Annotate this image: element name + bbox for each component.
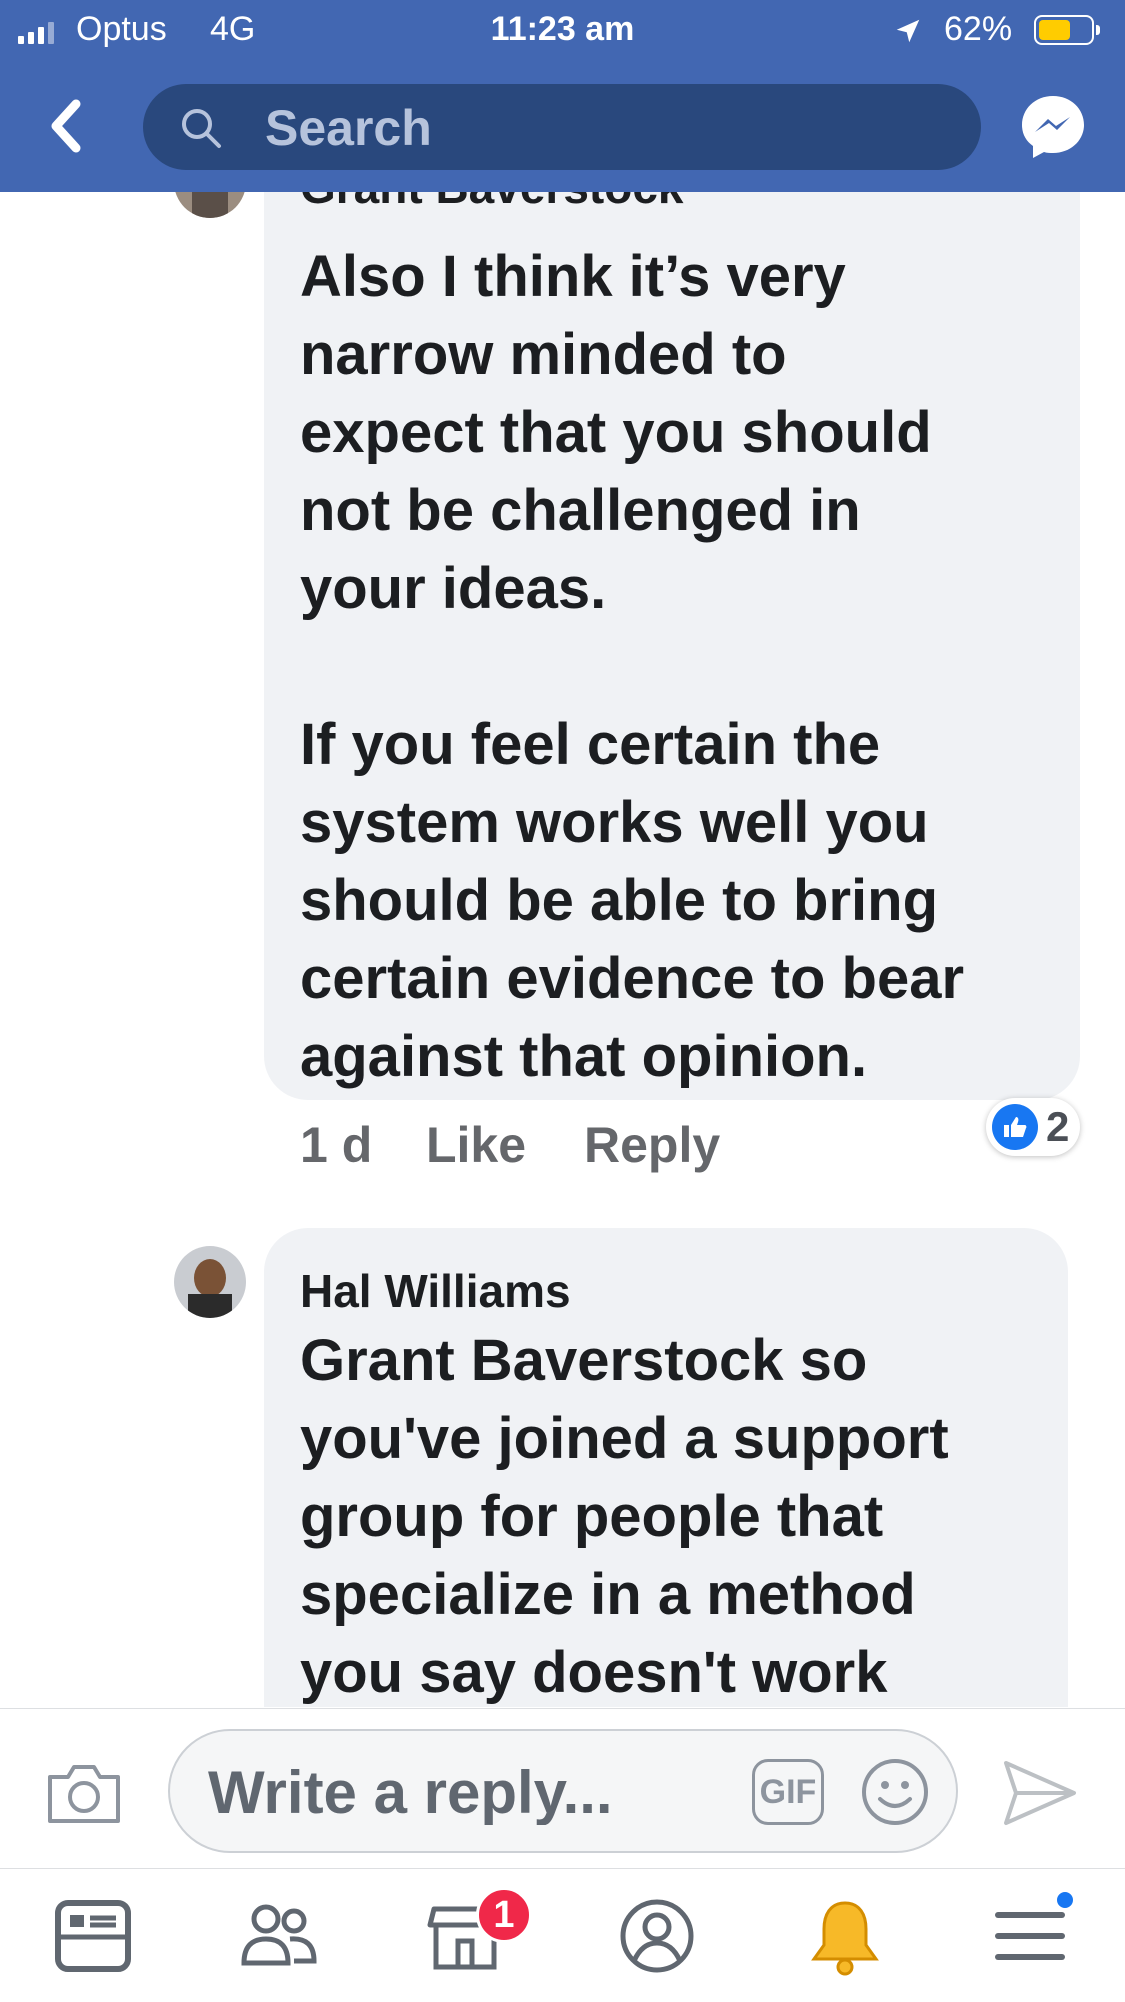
search-bar[interactable] (143, 84, 981, 170)
battery-percent: 62% (944, 10, 1013, 48)
comment-thread: Grant Baverstock Also I think it’s very … (0, 192, 1125, 1707)
reply-input[interactable] (206, 1759, 740, 1825)
marketplace-badge: 1 (476, 1887, 532, 1943)
send-icon[interactable] (1000, 1755, 1080, 1831)
comment-text: Grant Baverstock so you've joined a supp… (300, 1322, 949, 1707)
location-arrow-icon (896, 19, 920, 43)
camera-icon[interactable] (44, 1759, 124, 1827)
mention-link[interactable]: Grant Baverstock (300, 1328, 784, 1393)
status-bar: Optus 4G 11:23 am 62% (0, 0, 1125, 64)
comment-author[interactable]: Hal Williams (300, 1264, 571, 1318)
bottom-navigation: 1 (0, 1868, 1125, 2002)
comment-actions: 1 d Like Reply (300, 1116, 900, 1176)
menu-notification-dot (1054, 1889, 1076, 1911)
emoji-icon[interactable] (860, 1757, 930, 1827)
comment-bubble: Grant Baverstock Also I think it’s very … (264, 192, 1080, 1100)
comment-author[interactable]: Grant Baverstock (300, 192, 684, 214)
profile-icon[interactable] (612, 1891, 702, 1981)
reply-link[interactable]: Reply (584, 1116, 720, 1174)
thumbs-up-icon (992, 1104, 1038, 1150)
reaction-count: 2 (1046, 1103, 1070, 1150)
avatar[interactable] (174, 1246, 246, 1318)
like-link[interactable]: Like (426, 1116, 526, 1174)
reply-composer: GIF (0, 1708, 1125, 1869)
gif-button[interactable]: GIF (752, 1759, 824, 1825)
news-feed-icon[interactable] (48, 1891, 138, 1981)
avatar[interactable] (174, 192, 246, 218)
comment-timestamp: 1 d (300, 1117, 373, 1173)
comment-text: Also I think it’s very narrow minded to … (300, 244, 965, 1089)
comment-bubble: Hal Williams Grant Baverstock so you've … (264, 1228, 1068, 1707)
search-input[interactable] (263, 96, 947, 160)
search-icon (182, 109, 221, 148)
notifications-bell-icon[interactable] (800, 1891, 890, 1981)
top-bar: Optus 4G 11:23 am 62% (0, 0, 1125, 192)
friends-icon[interactable] (234, 1891, 324, 1981)
battery-icon (1034, 15, 1100, 45)
back-chevron-icon[interactable] (44, 96, 94, 156)
reply-box[interactable]: GIF (168, 1729, 958, 1853)
messenger-icon[interactable] (1016, 90, 1090, 164)
reaction-summary[interactable]: 2 (986, 1098, 1080, 1156)
